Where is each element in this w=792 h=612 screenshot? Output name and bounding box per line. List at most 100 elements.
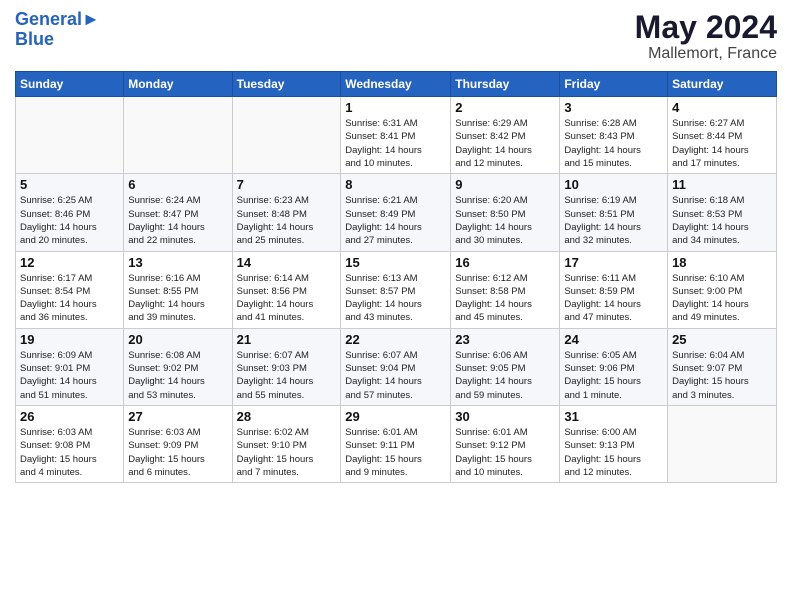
- day-number: 11: [672, 177, 772, 192]
- calendar-header: Sunday Monday Tuesday Wednesday Thursday…: [16, 72, 777, 97]
- col-saturday: Saturday: [668, 72, 777, 97]
- page-container: General► Blue May 2024 Mallemort, France…: [0, 0, 792, 488]
- week-row-3: 12 Sunrise: 6:17 AMSunset: 8:54 PMDayligh…: [16, 251, 777, 328]
- day-number: 24: [564, 332, 663, 347]
- calendar-body: 1 Sunrise: 6:31 AMSunset: 8:41 PMDaylight…: [16, 97, 777, 483]
- calendar-cell: 19 Sunrise: 6:09 AMSunset: 9:01 PMDayligh…: [16, 328, 124, 405]
- calendar-cell: 24Sunrise: 6:05 AMSunset: 9:06 PMDayligh…: [560, 328, 668, 405]
- title-block: May 2024 Mallemort, France: [635, 10, 777, 63]
- calendar-cell: 10 Sunrise: 6:19 AMSunset: 8:51 PMDayligh…: [560, 174, 668, 251]
- day-info: Sunrise: 6:01 AMSunset: 9:12 PMDaylight:…: [455, 426, 555, 479]
- day-number: 2: [455, 100, 555, 115]
- calendar-cell: [16, 97, 124, 174]
- calendar-cell: 4Sunrise: 6:27 AMSunset: 8:44 PMDaylight…: [668, 97, 777, 174]
- calendar-cell: 30 Sunrise: 6:01 AMSunset: 9:12 PMDayligh…: [451, 405, 560, 482]
- calendar-cell: 29 Sunrise: 6:01 AMSunset: 9:11 PMDayligh…: [341, 405, 451, 482]
- col-wednesday: Wednesday: [341, 72, 451, 97]
- calendar-cell: 1 Sunrise: 6:31 AMSunset: 8:41 PMDaylight…: [341, 97, 451, 174]
- day-number: 27: [128, 409, 227, 424]
- day-info: Sunrise: 6:17 AMSunset: 8:54 PMDaylight:…: [20, 272, 119, 325]
- header: General► Blue May 2024 Mallemort, France: [15, 10, 777, 63]
- day-number: 15: [345, 255, 446, 270]
- logo-general: General: [15, 9, 82, 29]
- day-info: Sunrise: 6:14 AMSunset: 8:56 PMDaylight:…: [237, 272, 337, 325]
- day-info: Sunrise: 6:21 AMSunset: 8:49 PMDaylight:…: [345, 194, 446, 247]
- col-thursday: Thursday: [451, 72, 560, 97]
- calendar-cell: 6 Sunrise: 6:24 AMSunset: 8:47 PMDaylight…: [124, 174, 232, 251]
- day-number: 1: [345, 100, 446, 115]
- calendar-cell: 9Sunrise: 6:20 AMSunset: 8:50 PMDaylight…: [451, 174, 560, 251]
- calendar-cell: 18 Sunrise: 6:10 AMSunset: 9:00 PMDayligh…: [668, 251, 777, 328]
- day-info: Sunrise: 6:00 AMSunset: 9:13 PMDaylight:…: [564, 426, 663, 479]
- logo: General► Blue: [15, 10, 100, 50]
- day-number: 26: [20, 409, 119, 424]
- day-info: Sunrise: 6:24 AMSunset: 8:47 PMDaylight:…: [128, 194, 227, 247]
- day-info: Sunrise: 6:16 AMSunset: 8:55 PMDaylight:…: [128, 272, 227, 325]
- day-info: Sunrise: 6:18 AMSunset: 8:53 PMDaylight:…: [672, 194, 772, 247]
- day-number: 12: [20, 255, 119, 270]
- calendar-title: May 2024: [635, 10, 777, 45]
- calendar-subtitle: Mallemort, France: [635, 45, 777, 63]
- day-number: 29: [345, 409, 446, 424]
- day-number: 28: [237, 409, 337, 424]
- calendar-cell: 25Sunrise: 6:04 AMSunset: 9:07 PMDayligh…: [668, 328, 777, 405]
- day-info: Sunrise: 6:10 AMSunset: 9:00 PMDaylight:…: [672, 272, 772, 325]
- day-number: 21: [237, 332, 337, 347]
- day-number: 22: [345, 332, 446, 347]
- day-number: 8: [345, 177, 446, 192]
- week-row-4: 19 Sunrise: 6:09 AMSunset: 9:01 PMDayligh…: [16, 328, 777, 405]
- day-info: Sunrise: 6:29 AMSunset: 8:42 PMDaylight:…: [455, 117, 555, 170]
- day-info: Sunrise: 6:03 AMSunset: 9:09 PMDaylight:…: [128, 426, 227, 479]
- day-number: 18: [672, 255, 772, 270]
- calendar-cell: 31 Sunrise: 6:00 AMSunset: 9:13 PMDayligh…: [560, 405, 668, 482]
- calendar-cell: 21 Sunrise: 6:07 AMSunset: 9:03 PMDayligh…: [232, 328, 341, 405]
- day-number: 17: [564, 255, 663, 270]
- calendar-cell: 16 Sunrise: 6:12 AMSunset: 8:58 PMDayligh…: [451, 251, 560, 328]
- day-number: 30: [455, 409, 555, 424]
- day-info: Sunrise: 6:11 AMSunset: 8:59 PMDaylight:…: [564, 272, 663, 325]
- day-info: Sunrise: 6:01 AMSunset: 9:11 PMDaylight:…: [345, 426, 446, 479]
- calendar-cell: 3Sunrise: 6:28 AMSunset: 8:43 PMDaylight…: [560, 97, 668, 174]
- day-number: 7: [237, 177, 337, 192]
- day-info: Sunrise: 6:04 AMSunset: 9:07 PMDaylight:…: [672, 349, 772, 402]
- day-info: Sunrise: 6:09 AMSunset: 9:01 PMDaylight:…: [20, 349, 119, 402]
- col-sunday: Sunday: [16, 72, 124, 97]
- day-number: 14: [237, 255, 337, 270]
- logo-icon-shape: ►: [82, 9, 100, 29]
- day-info: Sunrise: 6:08 AMSunset: 9:02 PMDaylight:…: [128, 349, 227, 402]
- day-number: 6: [128, 177, 227, 192]
- calendar-cell: 22Sunrise: 6:07 AMSunset: 9:04 PMDayligh…: [341, 328, 451, 405]
- calendar-cell: [668, 405, 777, 482]
- day-info: Sunrise: 6:19 AMSunset: 8:51 PMDaylight:…: [564, 194, 663, 247]
- day-info: Sunrise: 6:12 AMSunset: 8:58 PMDaylight:…: [455, 272, 555, 325]
- col-friday: Friday: [560, 72, 668, 97]
- calendar-cell: 23Sunrise: 6:06 AMSunset: 9:05 PMDayligh…: [451, 328, 560, 405]
- day-number: 13: [128, 255, 227, 270]
- day-info: Sunrise: 6:02 AMSunset: 9:10 PMDaylight:…: [237, 426, 337, 479]
- day-info: Sunrise: 6:28 AMSunset: 8:43 PMDaylight:…: [564, 117, 663, 170]
- calendar-cell: 17 Sunrise: 6:11 AMSunset: 8:59 PMDayligh…: [560, 251, 668, 328]
- calendar-cell: 15Sunrise: 6:13 AMSunset: 8:57 PMDayligh…: [341, 251, 451, 328]
- day-number: 10: [564, 177, 663, 192]
- calendar-cell: 13 Sunrise: 6:16 AMSunset: 8:55 PMDayligh…: [124, 251, 232, 328]
- day-info: Sunrise: 6:07 AMSunset: 9:03 PMDaylight:…: [237, 349, 337, 402]
- calendar-cell: 12 Sunrise: 6:17 AMSunset: 8:54 PMDayligh…: [16, 251, 124, 328]
- week-row-5: 26 Sunrise: 6:03 AMSunset: 9:08 PMDayligh…: [16, 405, 777, 482]
- day-info: Sunrise: 6:25 AMSunset: 8:46 PMDaylight:…: [20, 194, 119, 247]
- day-info: Sunrise: 6:03 AMSunset: 9:08 PMDaylight:…: [20, 426, 119, 479]
- week-row-1: 1 Sunrise: 6:31 AMSunset: 8:41 PMDaylight…: [16, 97, 777, 174]
- day-info: Sunrise: 6:27 AMSunset: 8:44 PMDaylight:…: [672, 117, 772, 170]
- calendar-cell: 2 Sunrise: 6:29 AMSunset: 8:42 PMDaylight…: [451, 97, 560, 174]
- day-number: 20: [128, 332, 227, 347]
- calendar-table: Sunday Monday Tuesday Wednesday Thursday…: [15, 71, 777, 483]
- day-info: Sunrise: 6:31 AMSunset: 8:41 PMDaylight:…: [345, 117, 446, 170]
- day-number: 19: [20, 332, 119, 347]
- day-number: 16: [455, 255, 555, 270]
- calendar-cell: 27 Sunrise: 6:03 AMSunset: 9:09 PMDayligh…: [124, 405, 232, 482]
- calendar-cell: 28 Sunrise: 6:02 AMSunset: 9:10 PMDayligh…: [232, 405, 341, 482]
- week-row-2: 5Sunrise: 6:25 AMSunset: 8:46 PMDaylight…: [16, 174, 777, 251]
- day-info: Sunrise: 6:23 AMSunset: 8:48 PMDaylight:…: [237, 194, 337, 247]
- day-number: 31: [564, 409, 663, 424]
- calendar-cell: 5Sunrise: 6:25 AMSunset: 8:46 PMDaylight…: [16, 174, 124, 251]
- calendar-cell: 11 Sunrise: 6:18 AMSunset: 8:53 PMDayligh…: [668, 174, 777, 251]
